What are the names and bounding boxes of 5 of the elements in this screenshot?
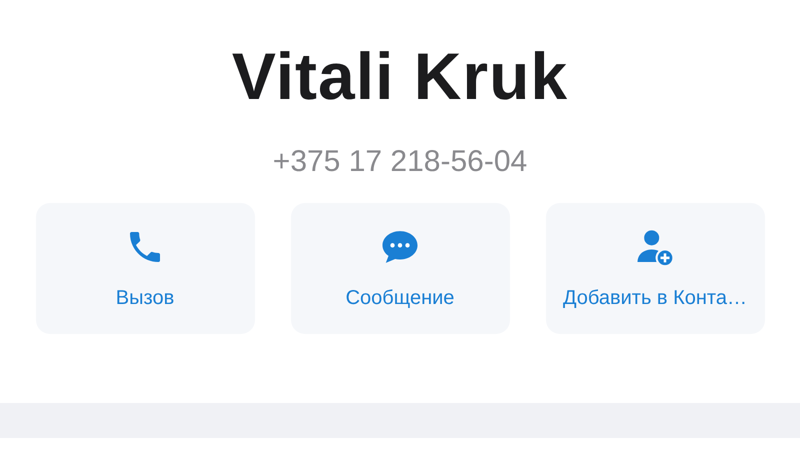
add-contact-button[interactable]: Добавить в Конта…: [546, 203, 764, 334]
phone-number: +375 17 218-56-04: [272, 144, 528, 180]
contact-name: Vitali Kruk: [232, 38, 568, 114]
message-button[interactable]: Сообщение: [290, 203, 510, 334]
call-button[interactable]: Вызов: [36, 203, 254, 334]
